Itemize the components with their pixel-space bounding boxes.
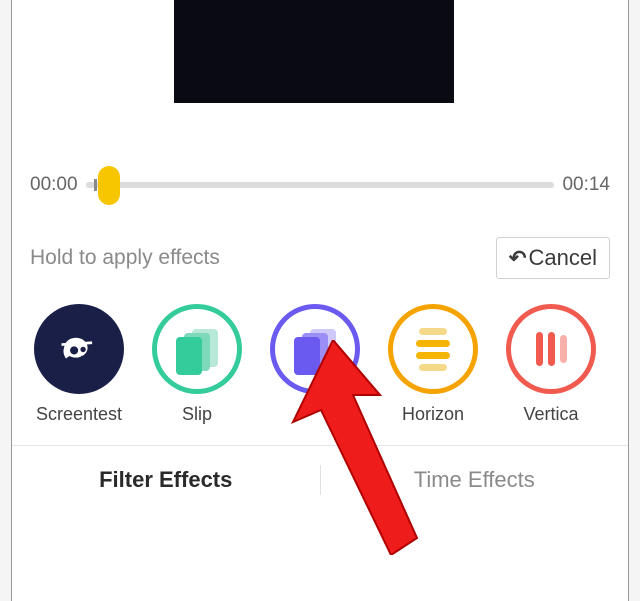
slider-handle[interactable] (98, 166, 120, 205)
tab-filter-effects[interactable]: Filter Effects (12, 467, 320, 493)
horizon-icon (388, 304, 478, 394)
undo-icon: ↶ (509, 246, 527, 271)
effect-screentest[interactable]: Screentest (34, 304, 124, 425)
obscured-icon (270, 304, 360, 394)
time-start-label: 00:00 (30, 174, 78, 196)
effect-horizon[interactable]: Horizon (388, 304, 478, 425)
effect-label: Screentest (36, 404, 122, 425)
slip-icon (152, 304, 242, 394)
screentest-icon (34, 304, 124, 394)
video-preview[interactable] (174, 0, 454, 103)
tab-time-effects[interactable]: Time Effects (321, 467, 629, 493)
controls-row: Hold to apply effects ↶ Cancel (12, 205, 628, 279)
cancel-button-label: Cancel (529, 245, 597, 271)
timeline-slider[interactable] (86, 165, 555, 205)
time-end-label: 00:14 (562, 174, 610, 196)
effects-editor-screen: 00:00 00:14 Hold to apply effects ↶ Canc… (11, 0, 629, 601)
effect-label: Horizon (402, 404, 464, 425)
timeline-section: 00:00 00:14 (12, 153, 628, 205)
slider-track (86, 182, 555, 188)
bottom-tabs: Filter Effects Time Effects (12, 446, 628, 514)
vertical-icon (506, 304, 596, 394)
hint-text: Hold to apply effects (30, 246, 220, 270)
effect-slip[interactable]: Slip (152, 304, 242, 425)
cancel-button[interactable]: ↶ Cancel (496, 237, 610, 279)
effect-label: Slip (182, 404, 212, 425)
effect-vertical[interactable]: Vertica (506, 304, 596, 425)
effect-label: Vertica (523, 404, 578, 425)
slider-tick (94, 179, 97, 191)
effect-obscured[interactable] (270, 304, 360, 425)
effects-strip[interactable]: Screentest Slip Hor (12, 279, 628, 425)
